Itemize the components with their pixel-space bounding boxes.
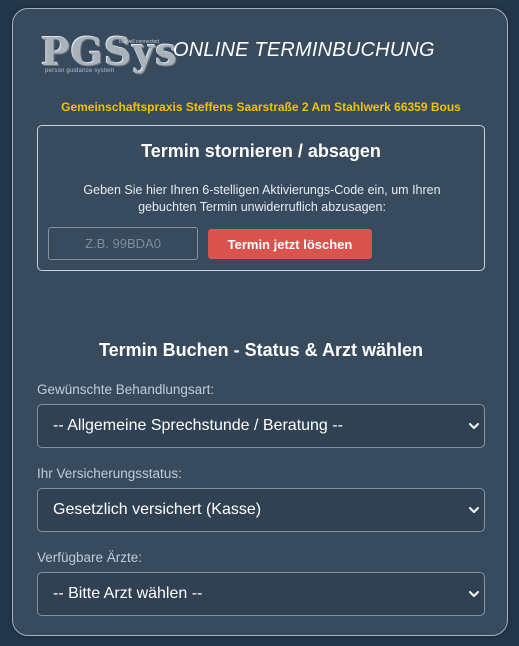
chevron-down-icon [469,507,479,513]
doctor-select-value: -- Bitte Arzt wählen -- [53,585,203,602]
insurance-select-value: Gesetzlich versichert (Kasse) [53,501,262,518]
doctor-select[interactable]: -- Bitte Arzt wählen -- [37,572,485,616]
logo-tagline: be well connected [119,39,160,45]
booking-panel: PGSys be well connected person guidance … [12,8,508,636]
practice-address: Gemeinschaftspraxis Steffens Saarstraße … [61,100,461,114]
insurance-select[interactable]: Gesetzlich versichert (Kasse) [37,488,485,532]
cancel-appointment-box: Termin stornieren / absagen Geben Sie hi… [37,125,485,271]
cancel-description: Geben Sie hier Ihren 6-stelligen Aktivie… [83,183,441,214]
cancel-title: Termin stornieren / absagen [141,141,381,161]
treatment-select[interactable]: -- Allgemeine Sprechstunde / Beratung -- [37,404,485,448]
chevron-down-icon [469,423,479,429]
treatment-label: Gewünschte Behandlungsart: [37,382,215,397]
pgsys-logo: PGSys be well connected person guidance … [41,29,177,77]
treatment-select-value: -- Allgemeine Sprechstunde / Beratung -- [53,417,343,434]
delete-appointment-button[interactable]: Termin jetzt löschen [208,229,372,259]
booking-title: Termin Buchen - Status & Arzt wählen [98,340,424,360]
doctor-label: Verfügbare Ärzte: [37,550,143,565]
logo-subtext: person guidance system [45,68,115,74]
page-title: ONLINE TERMINBUCHUNG [173,39,435,61]
activation-code-input[interactable] [48,227,198,260]
insurance-label: Ihr Versicherungsstatus: [37,466,182,481]
chevron-down-icon [469,591,479,597]
